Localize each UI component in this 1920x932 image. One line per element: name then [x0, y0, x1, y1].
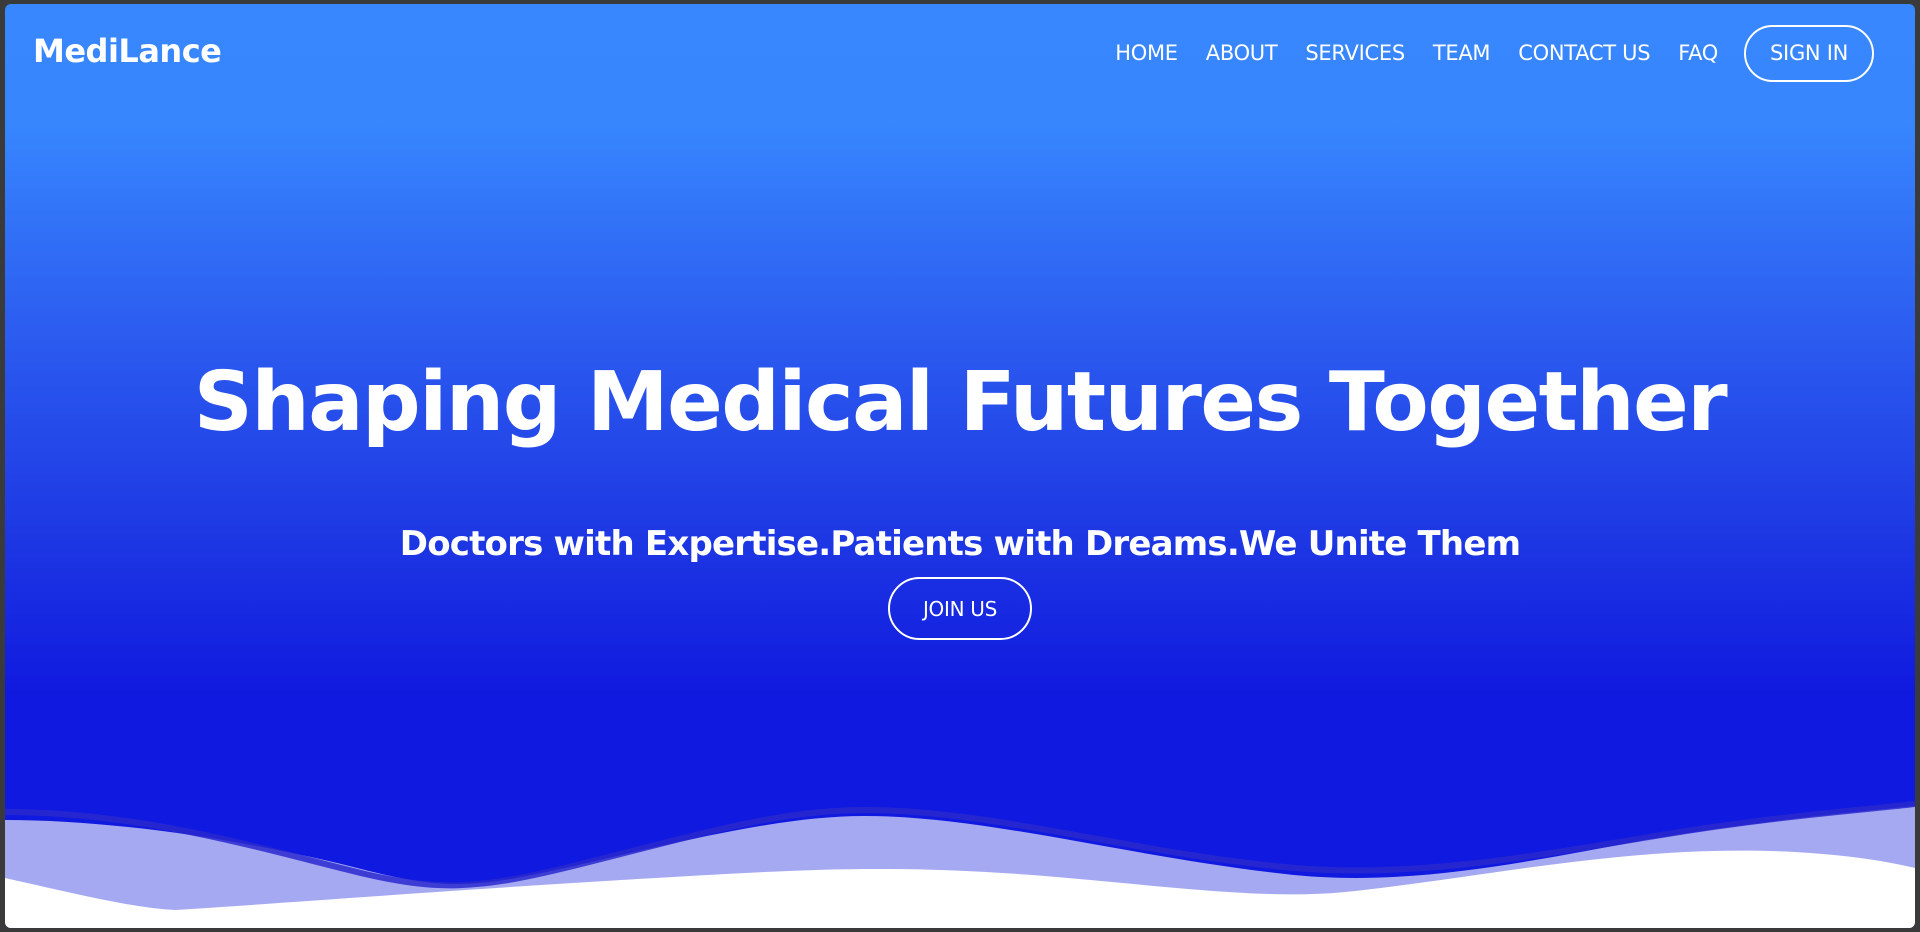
navbar: MediLance HOME ABOUT SERVICES TEAM CONTA… — [5, 4, 1915, 104]
hero-subtitle: Doctors with Expertise.Patients with Dre… — [399, 524, 1521, 564]
nav-link-faq[interactable]: FAQ — [1678, 41, 1718, 65]
join-us-button[interactable]: JOIN US — [888, 577, 1032, 640]
page-frame: MediLance HOME ABOUT SERVICES TEAM CONTA… — [5, 4, 1915, 928]
sign-in-button[interactable]: SIGN IN — [1744, 24, 1874, 82]
nav-link-about[interactable]: ABOUT — [1206, 41, 1278, 65]
nav-menu: HOME ABOUT SERVICES TEAM CONTACT US FAQ … — [1115, 22, 1874, 84]
nav-link-services[interactable]: SERVICES — [1305, 41, 1405, 65]
hero-title: Shaping Medical Futures Together — [193, 355, 1728, 450]
brand-logo[interactable]: MediLance — [33, 32, 222, 70]
nav-link-home[interactable]: HOME — [1115, 41, 1178, 65]
nav-link-team[interactable]: TEAM — [1433, 41, 1491, 65]
nav-link-contact-us[interactable]: CONTACT US — [1518, 41, 1650, 65]
hero-wave-divider — [5, 801, 1915, 928]
